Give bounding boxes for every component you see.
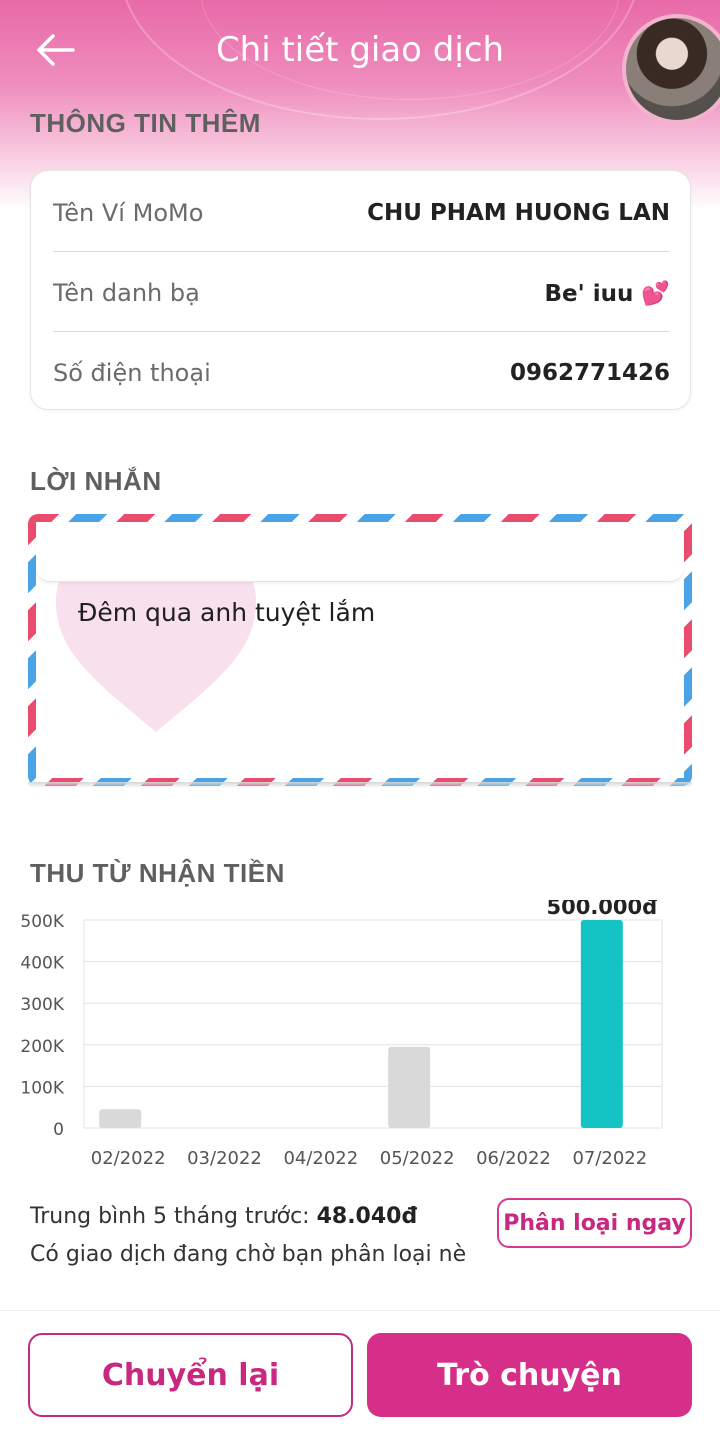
- info-value: Be' iuu 💕: [544, 280, 670, 307]
- income-chart: 0 100K 200K 300K 400K 500K 02/2022 03/2022 04/20…: [0, 895, 720, 1180]
- x-tick-label: 03/2022: [187, 1148, 262, 1169]
- x-tick-label: 02/2022: [91, 1148, 166, 1169]
- message-envelope: Đêm qua anh tuyệt lắm: [28, 514, 692, 786]
- info-label: Tên danh bạ: [53, 279, 200, 307]
- chart-bar-07-2022[interactable]: [580, 920, 623, 1128]
- info-label: Số điện thoại: [53, 359, 211, 387]
- envelope-flap: [36, 522, 684, 582]
- divider: [53, 331, 670, 332]
- chart-bar-05-2022[interactable]: [388, 1046, 431, 1128]
- message-text: Đêm qua anh tuyệt lắm: [78, 598, 376, 627]
- info-card: Tên Ví MoMo CHU PHAM HUONG LAN Tên danh …: [30, 170, 691, 410]
- info-value: 0962771426: [509, 360, 670, 386]
- info-value: CHU PHAM HUONG LAN: [367, 200, 670, 226]
- income-bar-chart: 0 100K 200K 300K 400K 500K 02/2022 03/2022 04/20…: [20, 895, 663, 1169]
- envelope-shadow: [28, 782, 692, 788]
- y-tick-label: 0: [53, 1120, 64, 1140]
- y-tick-label: 500K: [20, 912, 64, 932]
- divider: [53, 251, 670, 252]
- average-value: 48.040đ: [316, 1204, 418, 1229]
- x-tick-label: 05/2022: [380, 1148, 455, 1169]
- y-tick-label: 100K: [20, 1078, 64, 1098]
- chart-bar-02-2022[interactable]: [99, 1109, 142, 1128]
- classify-now-button[interactable]: Phân loại ngay: [497, 1198, 692, 1248]
- info-row-contact-name: Tên danh bạ Be' iuu 💕: [53, 253, 670, 333]
- y-tick-label: 200K: [20, 1037, 64, 1057]
- info-section-title: THÔNG TIN THÊM: [30, 108, 261, 138]
- page-title: Chi tiết giao dịch: [215, 30, 505, 70]
- x-tick-label: 04/2022: [283, 1148, 358, 1169]
- average-text: Trung bình 5 tháng trước: 48.040đ: [30, 1204, 417, 1229]
- x-tick-label: 06/2022: [476, 1148, 551, 1169]
- average-label: Trung bình 5 tháng trước:: [30, 1204, 310, 1229]
- footer-divider: [0, 1310, 720, 1311]
- y-tick-label: 300K: [20, 995, 64, 1015]
- info-row-wallet-name: Tên Ví MoMo CHU PHAM HUONG LAN: [53, 173, 670, 253]
- chat-button[interactable]: Trò chuyện: [367, 1333, 692, 1417]
- income-section-title: THU TỪ NHẬN TIỀN: [30, 858, 285, 888]
- pending-classification-text: Có giao dịch đang chờ bạn phân loại nè: [30, 1242, 467, 1267]
- bar-value-label: 500.000đ: [546, 900, 657, 919]
- info-row-phone: Số điện thoại 0962771426: [53, 333, 670, 413]
- message-section-title: LỜI NHẮN: [30, 466, 162, 496]
- info-label: Tên Ví MoMo: [53, 199, 204, 227]
- x-tick-label: 07/2022: [572, 1148, 647, 1169]
- y-tick-label: 400K: [20, 954, 64, 974]
- resend-button[interactable]: Chuyển lại: [28, 1333, 353, 1417]
